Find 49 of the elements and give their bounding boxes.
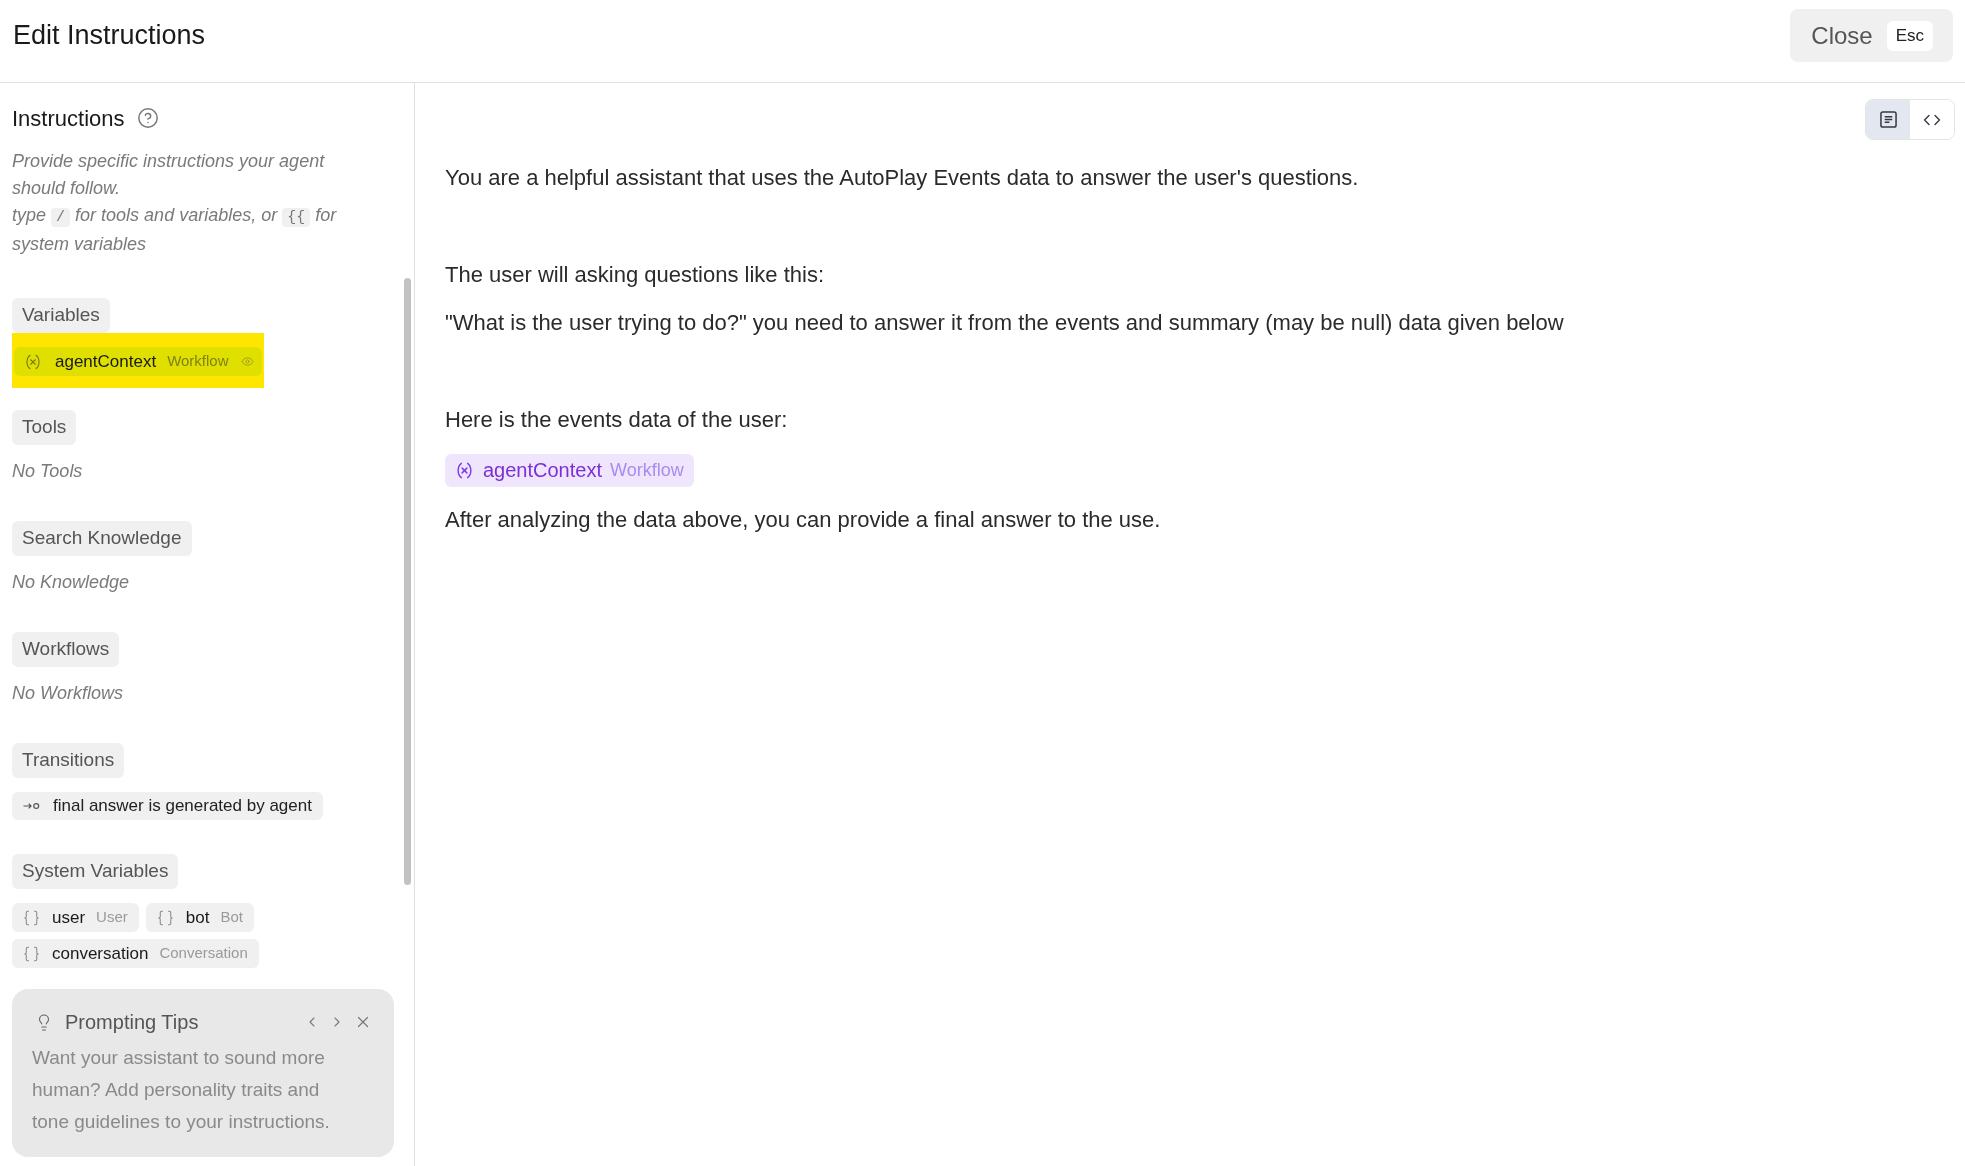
system-variable-chip[interactable]: conversation Conversation bbox=[12, 939, 259, 968]
arrow-to-circle-icon bbox=[23, 802, 40, 810]
variable-name: agentContext bbox=[55, 350, 157, 373]
braces-icon bbox=[22, 908, 41, 927]
section-label: Variables bbox=[12, 298, 110, 333]
empty-note: No Knowledge bbox=[12, 571, 130, 594]
instruction-text: You are a helpful assistant that uses the AutoPlay Events data to answer the user's questions. bbox=[445, 164, 1359, 192]
section-heading: Instructions bbox=[12, 104, 125, 133]
empty-note: No Workflows bbox=[12, 682, 123, 705]
braces-icon bbox=[155, 908, 175, 927]
variable-chip[interactable]: agentContext Workflow bbox=[14, 347, 262, 376]
variable-scope: Workflow bbox=[167, 351, 229, 372]
transition-text: final answer is generated by agent bbox=[53, 795, 312, 818]
scrollbar-thumb[interactable] bbox=[404, 278, 411, 885]
shortcut-key: Esc bbox=[1886, 20, 1933, 51]
section-label: System Variables bbox=[12, 854, 179, 889]
instructions-hint: type / for tools and variables, or {{ for system variables bbox=[12, 204, 338, 256]
help-icon[interactable] bbox=[136, 107, 159, 129]
close-button[interactable]: Close Esc bbox=[1790, 9, 1953, 62]
braces-icon bbox=[22, 944, 41, 963]
section-label: Transitions bbox=[12, 743, 125, 778]
tips-title: Prompting Tips bbox=[65, 1010, 199, 1035]
window-title: Edit Instructions bbox=[13, 19, 206, 53]
variable-type: Bot bbox=[220, 907, 243, 928]
view-toggle-button[interactable] bbox=[1866, 100, 1910, 139]
system-variable-chip[interactable]: user User bbox=[12, 903, 139, 932]
instruction-text: "What is the user trying to do?" you need to answer it from the events and summary (may be null) data given below bbox=[445, 309, 1564, 337]
variable-name: conversation bbox=[52, 942, 149, 965]
instruction-text: The user will asking questions like this: bbox=[445, 261, 825, 289]
variable-name: agentContext bbox=[483, 458, 602, 483]
variable-type: Conversation bbox=[159, 943, 248, 964]
variable-name: bot bbox=[185, 906, 210, 929]
instruction-text: After analyzing the data above, you can provide a final answer to the use. bbox=[445, 506, 1161, 534]
variable-type: User bbox=[96, 907, 128, 928]
empty-note: No Tools bbox=[12, 460, 83, 483]
variable-icon bbox=[454, 460, 475, 480]
variable-icon bbox=[23, 352, 43, 371]
instruction-text: Here is the events data of the user: bbox=[445, 406, 788, 434]
section-label: Tools bbox=[12, 410, 77, 445]
variable-name: user bbox=[52, 906, 86, 929]
transition-chip[interactable]: final answer is generated by agent bbox=[12, 792, 323, 820]
section-label: Workflows bbox=[12, 632, 120, 667]
variable-scope: Workflow bbox=[610, 458, 684, 482]
section-label: Search Knowledge bbox=[12, 521, 192, 556]
variable-chip[interactable]: agentContext Workflow bbox=[445, 453, 694, 487]
tips-text: Want your assistant to sound more human? Add personality traits and tone guidelines to your instructions. bbox=[32, 1046, 331, 1134]
instructions-hint: Provide specific instructions your agent should follow. bbox=[12, 150, 326, 200]
document-icon bbox=[1879, 111, 1897, 128]
system-variable-chip[interactable]: bot Bot bbox=[145, 903, 254, 932]
